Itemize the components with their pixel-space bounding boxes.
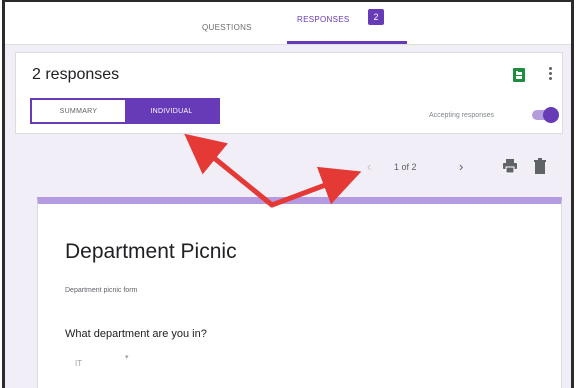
page-indicator: 1 of 2 — [394, 162, 417, 172]
summary-toggle-button[interactable]: SUMMARY — [32, 100, 125, 122]
form-description: Department picnic form — [65, 287, 138, 294]
chevron-right-icon[interactable]: › — [459, 159, 463, 174]
responses-summary-card: 2 responses SUMMARY INDIVIDUAL Accepting… — [15, 52, 563, 134]
answer-value: IT — [75, 359, 83, 368]
responses-count-badge: 2 — [368, 9, 384, 25]
question-title: What department are you in? — [65, 328, 207, 340]
tab-bar: QUESTIONS RESPONSES 2 — [5, 2, 571, 45]
active-tab-indicator — [287, 41, 407, 44]
accepting-responses-switch[interactable] — [532, 107, 559, 123]
more-vert-icon[interactable] — [549, 67, 552, 81]
trash-icon[interactable] — [533, 158, 547, 174]
chevron-left-icon[interactable]: ‹ — [367, 159, 371, 174]
response-form-card: Department Picnic Department picnic form… — [37, 197, 562, 388]
response-count: 2 responses — [32, 66, 120, 83]
tab-questions[interactable]: QUESTIONS — [202, 23, 252, 32]
answer-dropdown: IT ▾ — [75, 353, 145, 368]
switch-knob[interactable] — [543, 107, 559, 123]
sheets-icon[interactable] — [513, 68, 525, 82]
accepting-responses-label: Accepting responses — [429, 112, 494, 119]
tab-responses[interactable]: RESPONSES — [297, 15, 350, 24]
app-window: QUESTIONS RESPONSES 2 2 responses SUMMAR… — [2, 0, 574, 388]
view-toggle: SUMMARY INDIVIDUAL — [30, 98, 220, 124]
dropdown-caret-icon: ▾ — [125, 354, 129, 361]
response-pager: ‹ 1 of 2 › — [15, 134, 563, 192]
form-title: Department Picnic — [65, 240, 237, 263]
individual-toggle-button[interactable]: INDIVIDUAL — [125, 100, 218, 122]
print-icon[interactable] — [502, 158, 518, 174]
